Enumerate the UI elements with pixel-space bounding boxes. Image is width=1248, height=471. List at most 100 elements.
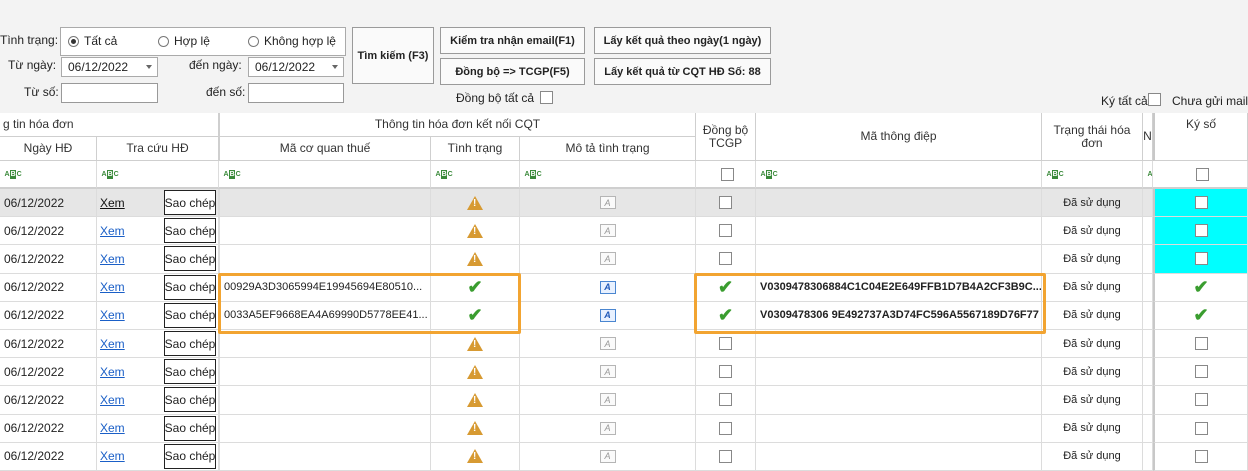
copy-button[interactable]: Sao chép — [164, 443, 216, 469]
filter-date-cell[interactable]: ABC — [0, 161, 97, 189]
view-link[interactable]: Xem — [100, 449, 125, 463]
cell-sync[interactable] — [696, 414, 756, 443]
text-detail-icon[interactable]: A — [599, 449, 616, 463]
filter-sync-cell[interactable] — [696, 161, 756, 189]
copy-button[interactable]: Sao chép — [164, 415, 216, 441]
filter-tax-code-cell[interactable]: ABC — [219, 161, 431, 189]
copy-button[interactable]: Sao chép — [164, 190, 216, 215]
col-n-header[interactable]: N — [1143, 113, 1153, 161]
view-link[interactable]: Xem — [100, 252, 125, 266]
copy-button[interactable]: Sao chép — [164, 246, 216, 272]
view-link[interactable]: Xem — [100, 280, 125, 294]
text-detail-icon[interactable]: A — [599, 337, 616, 351]
from-no-input[interactable] — [61, 83, 158, 103]
view-link[interactable]: Xem — [100, 365, 125, 379]
col-msg-code-header[interactable]: Mã thông điệp — [756, 113, 1042, 161]
sign-checkbox[interactable] — [1194, 196, 1208, 210]
sync-checkbox[interactable] — [719, 449, 732, 463]
filter-status-desc-cell[interactable]: ABC — [520, 161, 696, 189]
cell-sign[interactable] — [1153, 358, 1248, 387]
result-by-number-button[interactable]: Lấy kết quả từ CQT HĐ Số: 88 — [594, 58, 771, 85]
cell-sync[interactable]: ✔ — [696, 301, 756, 330]
text-detail-icon[interactable]: A — [599, 365, 616, 379]
text-detail-icon[interactable]: A — [599, 421, 616, 435]
sync-tcgp-button[interactable]: Đồng bộ => TCGP(F5) — [440, 58, 585, 85]
filter-status-cell[interactable]: ABC — [431, 161, 520, 189]
copy-button[interactable]: Sao chép — [164, 359, 216, 385]
cell-sign[interactable] — [1153, 217, 1248, 246]
sign-checkbox[interactable] — [1194, 365, 1208, 379]
sign-checkbox[interactable] — [1194, 393, 1208, 407]
copy-button[interactable]: Sao chép — [164, 218, 216, 244]
sign-checkbox[interactable] — [1194, 224, 1208, 238]
cell-sync[interactable]: ✔ — [696, 273, 756, 302]
filter-lookup-cell[interactable]: ABC — [97, 161, 219, 189]
sync-checkbox[interactable] — [719, 393, 732, 407]
view-link[interactable]: Xem — [100, 337, 125, 351]
cell-sync[interactable] — [696, 330, 756, 359]
chevron-down-icon[interactable] — [332, 65, 338, 69]
col-invoice-state-header[interactable]: Trạng thái hóa đơn — [1042, 113, 1143, 161]
sync-all-checkbox[interactable] — [540, 91, 553, 104]
view-link[interactable]: Xem — [100, 421, 125, 435]
check-email-button[interactable]: Kiểm tra nhận email(F1) — [440, 27, 585, 54]
cell-sign[interactable]: ✔ — [1153, 301, 1248, 330]
copy-button[interactable]: Sao chép — [164, 331, 216, 356]
text-detail-icon[interactable]: A — [599, 280, 616, 294]
sign-checkbox[interactable] — [1194, 449, 1208, 463]
cell-sign[interactable] — [1153, 414, 1248, 443]
view-link[interactable]: Xem — [100, 393, 125, 407]
col-lookup-header[interactable]: Tra cứu HĐ — [97, 137, 219, 161]
cell-sync[interactable] — [696, 442, 756, 471]
sync-checkbox[interactable] — [719, 421, 732, 435]
result-by-day-button[interactable]: Lấy kết quả theo ngày(1 ngày) — [594, 27, 771, 54]
text-detail-icon[interactable]: A — [599, 308, 616, 322]
text-detail-icon[interactable]: A — [599, 393, 616, 407]
view-link[interactable]: Xem — [100, 308, 125, 322]
filter-sign-cell[interactable] — [1153, 161, 1248, 189]
view-link[interactable]: Xem — [100, 224, 125, 238]
cell-sign[interactable]: ✔ — [1153, 273, 1248, 302]
text-detail-icon[interactable]: A — [599, 196, 616, 210]
sync-checkbox[interactable] — [719, 337, 732, 351]
cell-sign[interactable] — [1153, 330, 1248, 359]
sign-checkbox[interactable] — [1194, 337, 1208, 351]
sync-checkbox[interactable] — [719, 224, 732, 238]
col-status-header[interactable]: Tình trạng — [431, 137, 520, 161]
sync-checkbox[interactable] — [719, 196, 732, 210]
search-button[interactable]: Tìm kiếm (F3) — [352, 27, 434, 84]
radio-valid[interactable]: Hợp lệ — [158, 34, 210, 48]
cell-sync[interactable] — [696, 217, 756, 246]
col-date-header[interactable]: Ngày HĐ — [0, 137, 97, 161]
cell-sign[interactable] — [1153, 442, 1248, 471]
sync-checkbox[interactable] — [719, 252, 732, 266]
text-detail-icon[interactable]: A — [599, 252, 616, 266]
col-sync-header[interactable]: Đồng bộ TCGP — [696, 113, 756, 161]
filter-sign-checkbox[interactable] — [1195, 167, 1209, 181]
col-status-desc-header[interactable]: Mô tả tình trạng — [520, 137, 696, 161]
radio-all[interactable]: Tất cả — [68, 34, 117, 48]
text-detail-icon[interactable]: A — [599, 224, 616, 238]
cell-sync[interactable] — [696, 386, 756, 415]
cell-sign[interactable] — [1153, 386, 1248, 415]
cell-sign[interactable] — [1153, 189, 1248, 218]
filter-msg-code-cell[interactable]: ABC — [756, 161, 1042, 189]
sign-checkbox[interactable] — [1194, 421, 1208, 435]
cell-sync[interactable] — [696, 358, 756, 387]
copy-button[interactable]: Sao chép — [164, 302, 216, 328]
view-link[interactable]: Xem — [100, 196, 125, 210]
from-date-picker[interactable]: 06/12/2022 — [61, 57, 158, 77]
filter-n-cell[interactable]: ABC — [1143, 161, 1153, 189]
sync-checkbox[interactable] — [719, 365, 732, 379]
to-date-picker[interactable]: 06/12/2022 — [248, 57, 344, 77]
cell-sync[interactable] — [696, 245, 756, 274]
sign-all-checkbox[interactable] — [1148, 93, 1161, 106]
cell-sign[interactable] — [1153, 245, 1248, 274]
col-sign-header[interactable]: Ký số — [1153, 113, 1248, 161]
copy-button[interactable]: Sao chép — [164, 387, 216, 413]
col-tax-code-header[interactable]: Mã cơ quan thuế — [219, 137, 431, 161]
sign-checkbox[interactable] — [1194, 252, 1208, 266]
copy-button[interactable]: Sao chép — [164, 274, 216, 300]
filter-invoice-state-cell[interactable]: ABC — [1042, 161, 1143, 189]
radio-invalid[interactable]: Không hợp lệ — [248, 34, 336, 48]
